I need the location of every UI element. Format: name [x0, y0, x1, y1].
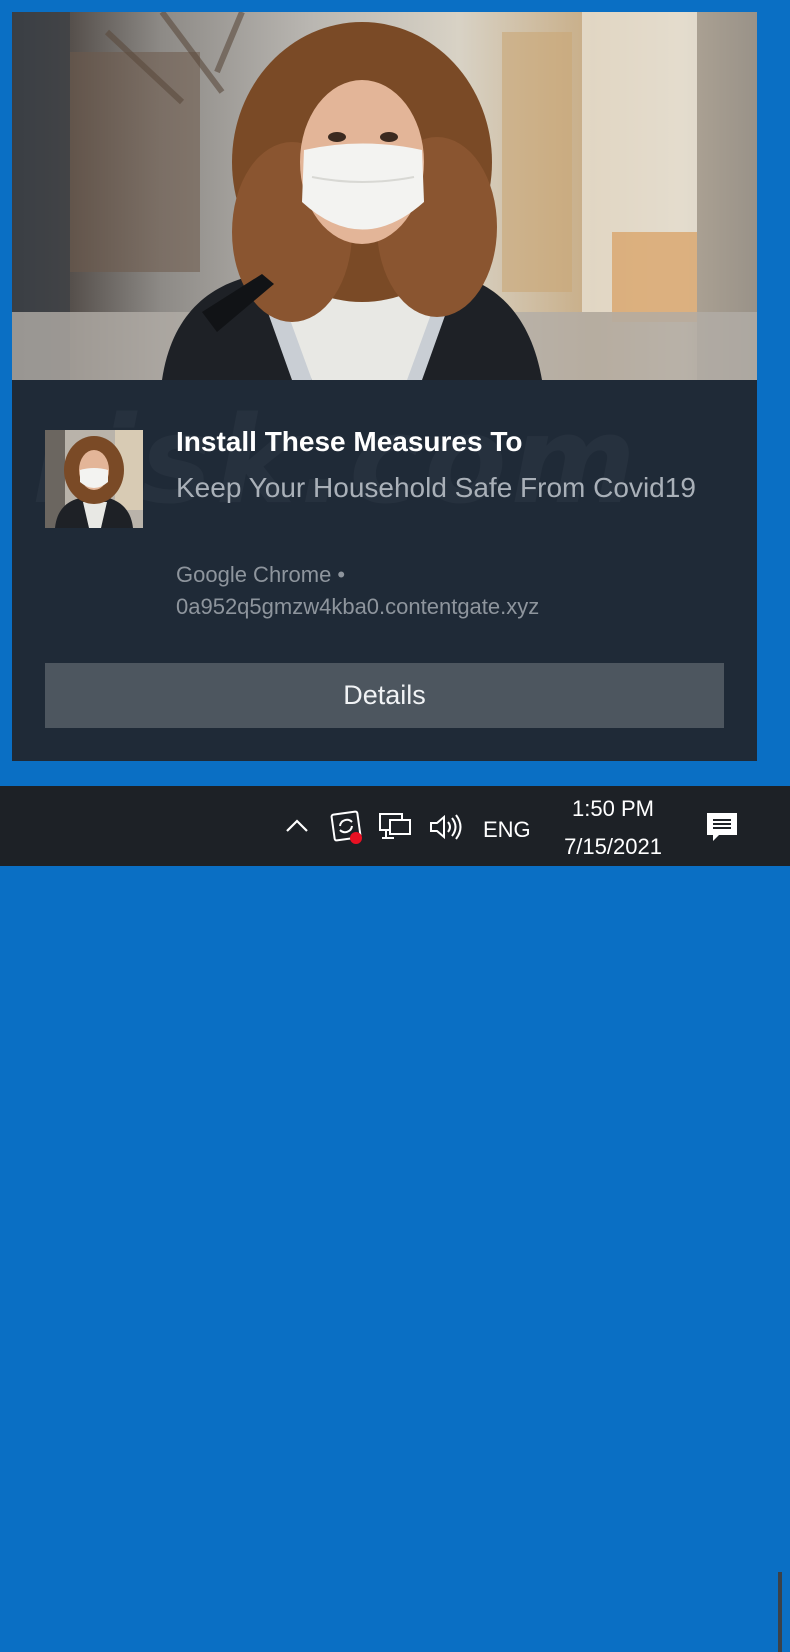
notification-thumbnail	[45, 430, 143, 528]
network-icon[interactable]	[378, 811, 412, 848]
woman-in-mask-thumbnail	[45, 430, 143, 528]
taskbar-edge	[778, 1572, 782, 1652]
notification-body: Keep Your Household Safe From Covid19	[176, 472, 696, 503]
action-center-icon[interactable]	[705, 810, 739, 849]
source-app-name: Google Chrome •	[176, 562, 346, 587]
taskbar: ENG 1:50 PM 7/15/2021	[0, 786, 790, 1652]
notification-toast[interactable]: risk.com Install These Measures To Keep …	[12, 12, 757, 761]
woman-in-mask-photo	[12, 12, 757, 380]
volume-icon[interactable]	[428, 812, 464, 847]
details-button[interactable]: Details	[45, 663, 724, 728]
chevron-up-icon[interactable]	[284, 813, 310, 844]
sync-alert-icon[interactable]	[328, 808, 368, 849]
source-url: 0a952q5gmzw4kba0.contentgate.xyz	[176, 594, 540, 619]
clock-time[interactable]: 1:50 PM	[565, 796, 661, 822]
notification-source: Google Chrome • 0a952q5gmzw4kba0.content…	[176, 559, 736, 623]
clock-date[interactable]: 7/15/2021	[551, 834, 675, 860]
notification-title: Install These Measures To	[176, 426, 523, 457]
notification-hero-image	[12, 12, 757, 380]
language-indicator[interactable]: ENG	[483, 817, 531, 843]
